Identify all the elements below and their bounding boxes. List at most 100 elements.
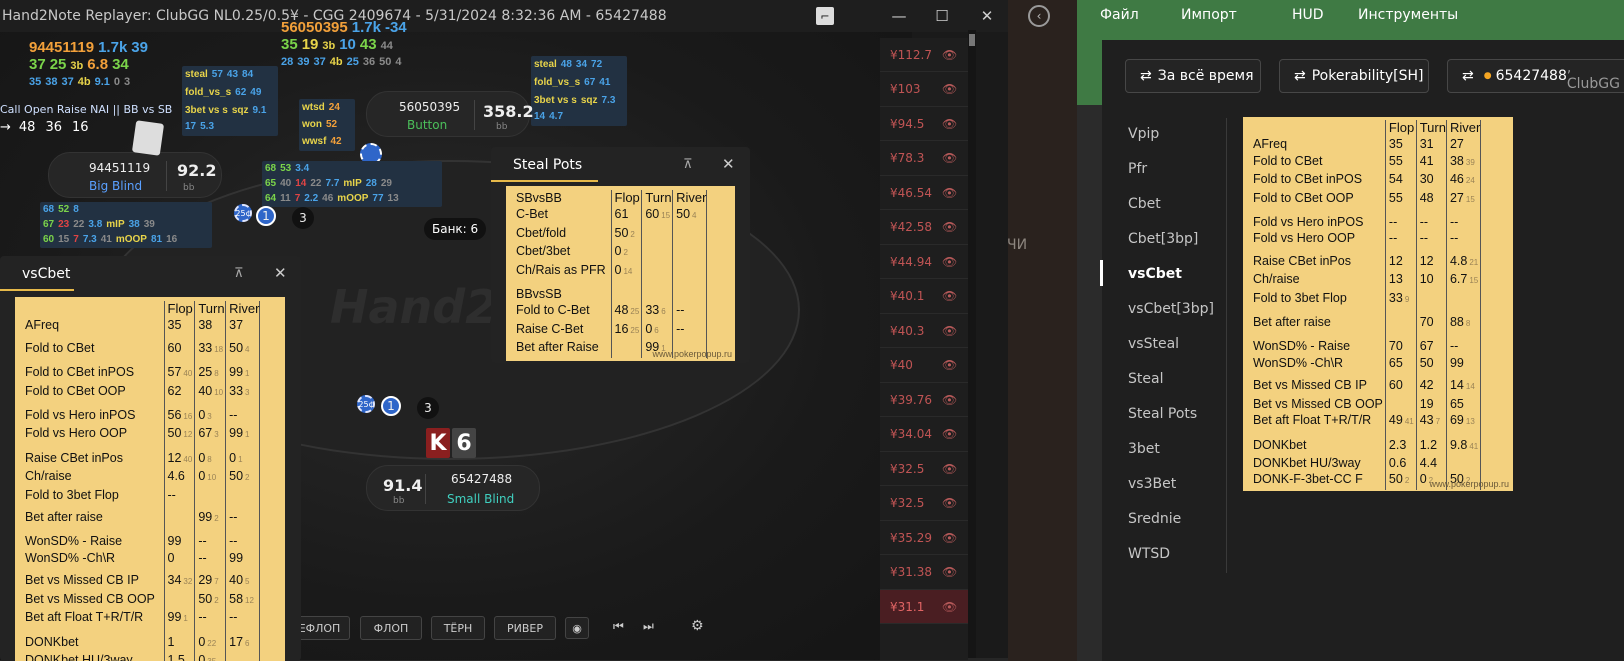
sidebar-item-steal-pots[interactable]: Steal Pots <box>1128 406 1197 422</box>
hud-stat: 36 <box>45 120 62 135</box>
sidebar-item-vs3bet[interactable]: vs3Bet <box>1128 476 1176 492</box>
eye-icon[interactable]: 👁 <box>942 393 957 407</box>
eye-icon[interactable]: 👁 <box>942 186 957 200</box>
site-filter-button[interactable]: ⇄ Pokerability[SH] <box>1279 59 1429 93</box>
hand-list-item[interactable]: ¥40 👁 <box>880 349 968 383</box>
maximize-button[interactable]: ☐ <box>930 4 954 28</box>
eye-icon[interactable]: 👁 <box>942 324 957 338</box>
sidebar-item-3bet[interactable]: 3bet <box>1128 441 1160 457</box>
hud-stat: 13 <box>387 193 399 204</box>
hand-list-item[interactable]: ¥35.29 👁 <box>880 521 968 555</box>
hand-list-item[interactable]: ¥78.3 👁 <box>880 142 968 176</box>
stat-cell: 50 <box>1415 354 1447 372</box>
eye-icon[interactable]: 👁 <box>942 220 957 234</box>
hand-list-item[interactable]: ¥40.3 👁 <box>880 314 968 348</box>
pin-icon[interactable]: ⊼ <box>683 157 693 172</box>
hud-postflop-left[interactable]: 68 52 8 67 23 22 3.8 mIP 38 39 60 15 7 7.3 41 mOOP 81 1… <box>40 202 212 248</box>
hand-list-item[interactable]: ¥34.04 👁 <box>880 418 968 452</box>
eye-icon[interactable]: 👁 <box>942 48 957 62</box>
sidebar-item-pfr[interactable]: Pfr <box>1128 161 1147 177</box>
time-filter-button[interactable]: ⇄ За всё время <box>1125 59 1261 93</box>
hud-postflop-top[interactable]: 68 53 3.4 65 40 14 22 7.7 mIP 28 29 64 11 7 2.2 46 mOO… <box>262 161 442 207</box>
sidebar-item-vpip[interactable]: Vpip <box>1128 126 1159 142</box>
river-button[interactable]: РИВЕР <box>494 616 556 640</box>
hud-bb-player[interactable]: 94451119 1.7k 39 37 25 3b 6.8 34 35 38 37 4b 9.1 0 3 <box>26 40 155 90</box>
eye-icon[interactable]: 👁 <box>942 289 957 303</box>
sidebar-item-steal[interactable]: Steal <box>1128 371 1163 387</box>
menu-tools[interactable]: Инструменты <box>1358 7 1458 23</box>
sidebar-item-vscbet[interactable]: vsCbet <box>1128 266 1182 282</box>
flop-button[interactable]: ФЛОП <box>360 616 422 640</box>
close-button[interactable]: ✕ <box>975 4 999 28</box>
seat-button[interactable]: 56050395 Button 358.2 bb <box>366 91 534 137</box>
hud-wtsd[interactable]: wtsd 24 won 52 wwsf 42 <box>299 99 355 151</box>
menu-hud[interactable]: HUD <box>1292 7 1324 23</box>
hud-stat: 39 <box>143 219 155 230</box>
hand-amount: ¥78.3 <box>890 151 925 165</box>
row-end <box>259 339 266 359</box>
sidebar-item-cbet-3bp[interactable]: Cbet[3bp] <box>1128 231 1198 247</box>
eye-icon[interactable]: 👁 <box>942 565 957 579</box>
eye-icon[interactable]: 👁 <box>942 600 957 614</box>
eye-icon[interactable]: ◉ <box>565 617 589 639</box>
pin-icon[interactable]: ⊼ <box>234 266 244 281</box>
hand-list-item[interactable]: ¥42.58 👁 <box>880 211 968 245</box>
eye-icon[interactable]: 👁 <box>942 496 957 510</box>
sidebar-item-srednie[interactable]: Srednie <box>1128 511 1181 527</box>
scrollbar-thumb[interactable] <box>969 34 975 46</box>
hand-list-item[interactable]: ¥46.54 👁 <box>880 176 968 210</box>
hole-card: 6 <box>452 428 476 458</box>
hand-list-item[interactable]: ¥31.38 👁 <box>880 556 968 590</box>
eye-icon[interactable]: 👁 <box>942 358 957 372</box>
eye-icon[interactable]: 👁 <box>942 82 957 96</box>
hud-steal-left[interactable]: steal 57 43 84 fold_vs_s 62 49 3bet vs s sqz 9.… <box>182 66 278 136</box>
hand-list-item[interactable]: ¥31.1 👁 <box>880 590 968 624</box>
hand-list-item[interactable]: ¥103 👁 <box>880 73 968 107</box>
sidebar-item-vscbet-3bp[interactable]: vsCbet[3bp] <box>1128 301 1214 317</box>
empty-cell <box>610 286 642 303</box>
hand-list-item[interactable]: ¥94.5 👁 <box>880 107 968 141</box>
collapse-button[interactable]: ⌐ <box>816 7 834 25</box>
hud-btn-player[interactable]: 56050395 1.7k -34 35 19 3b 10 43 44 28 39 37 4b 25 3… <box>278 20 414 70</box>
gear-icon[interactable]: ⚙ <box>691 618 704 634</box>
turn-button[interactable]: ТЁРН <box>431 616 485 640</box>
stat-value: 48 <box>614 303 629 318</box>
seat-big-blind[interactable]: 94451119 Big Blind 92.2 bb <box>48 152 222 198</box>
back-icon[interactable]: ‹ <box>1028 5 1050 27</box>
sidebar-item-wtsd[interactable]: WTSD <box>1128 546 1170 562</box>
eye-icon[interactable]: 👁 <box>942 462 957 476</box>
menu-import[interactable]: Импорт <box>1181 7 1237 23</box>
eye-icon[interactable]: 👁 <box>942 255 957 269</box>
hand-list-item[interactable]: ¥39.76 👁 <box>880 383 968 417</box>
sidebar-item-vssteal[interactable]: vsSteal <box>1128 336 1179 352</box>
hand-list-item[interactable]: ¥32.5 👁 <box>880 487 968 521</box>
player-filter-button[interactable]: ⇄ ● 65427488, ClubGG <box>1447 59 1624 93</box>
hud-stat: 4b <box>77 76 91 88</box>
eye-icon[interactable]: 👁 <box>942 151 957 165</box>
seat-small-blind[interactable]: 91.4 bb 65427488 Small Blind <box>366 465 540 511</box>
next-icon[interactable]: ⏭ <box>643 619 654 634</box>
stat-value: -- <box>1449 215 1459 230</box>
minimize-button[interactable]: — <box>887 4 911 28</box>
stat-value: 38 <box>198 318 213 333</box>
table-row: Bet aft Float T+R/T/R 99 1 -- -- <box>15 609 266 628</box>
close-icon[interactable]: ✕ <box>274 264 287 282</box>
hand-list-item[interactable]: ¥112.7 👁 <box>880 38 968 72</box>
hand-list-item[interactable]: ¥32.5 👁 <box>880 452 968 486</box>
col-flop: Flop <box>163 301 195 318</box>
scrollbar[interactable] <box>968 30 976 658</box>
hud-steal-right[interactable]: steal 48 34 72 fold_vs_s 67 41 3bet vs s sqz 7.… <box>531 56 627 126</box>
eye-icon[interactable]: 👁 <box>942 531 957 545</box>
prev-icon[interactable]: ⏮ <box>613 619 624 634</box>
stat-value: 29 <box>198 573 213 588</box>
hand-list-item[interactable]: ¥40.1 👁 <box>880 280 968 314</box>
menu-file[interactable]: Файл <box>1100 7 1139 23</box>
eye-icon[interactable]: 👁 <box>942 117 957 131</box>
hud-stat: 35 <box>29 76 42 88</box>
sidebar-item-cbet[interactable]: Cbet <box>1128 196 1161 212</box>
eye-icon[interactable]: 👁 <box>942 427 957 441</box>
sample-size: 2 <box>245 473 250 483</box>
hand-list-item[interactable]: ¥44.94 👁 <box>880 245 968 279</box>
stat-cell: 12 40 <box>163 449 195 469</box>
close-icon[interactable]: ✕ <box>722 155 735 173</box>
